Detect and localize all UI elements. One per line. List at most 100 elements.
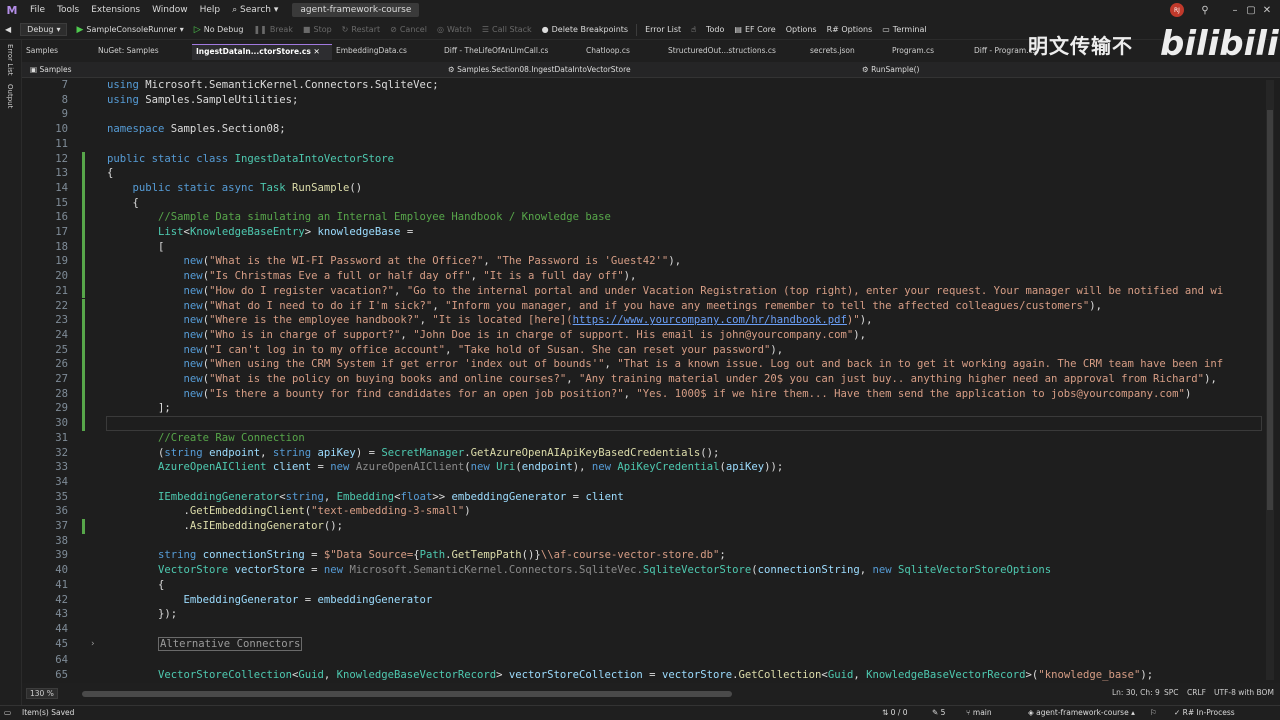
git-repo[interactable]: ◈ agent-framework-course ▴	[1028, 708, 1135, 717]
code-line[interactable]: 64	[22, 653, 1280, 668]
tab-samples[interactable]: Samples	[22, 44, 94, 60]
code-text[interactable]: //Create Raw Connection	[107, 431, 305, 446]
code-line[interactable]: 23 new("Where is the employee handbook?"…	[22, 313, 1280, 328]
code-line[interactable]: 25 new("I can't log in to my office acco…	[22, 342, 1280, 358]
code-text[interactable]: new("I can't log in to my office account…	[107, 343, 784, 358]
code-line[interactable]: 16 //Sample Data simulating an Internal …	[22, 210, 1280, 225]
code-text[interactable]: [	[107, 240, 164, 255]
code-editor[interactable]: 7 using Microsoft.SemanticKernel.Connecto…	[22, 78, 1280, 683]
file-encoding[interactable]: UTF-8 with BOM	[1214, 688, 1274, 697]
code-text[interactable]: using Microsoft.SemanticKernel.Connector…	[107, 78, 439, 93]
menu-help[interactable]: Help	[194, 5, 227, 15]
code-text[interactable]: });	[107, 607, 177, 622]
watch-button[interactable]: ◎ Watch	[432, 25, 477, 34]
code-line[interactable]: 31 //Create Raw Connection	[22, 431, 1280, 446]
code-line[interactable]: 27 new("What is the policy on buying boo…	[22, 372, 1280, 387]
code-text[interactable]: public static async Task RunSample()	[107, 181, 363, 196]
tab-structured-output[interactable]: StructuredOut...structions.cs	[664, 44, 806, 60]
restart-button[interactable]: ↻ Restart	[337, 25, 385, 34]
menu-extensions[interactable]: Extensions	[85, 5, 146, 15]
tab-nuget-samples[interactable]: NuGet: Samples	[94, 44, 192, 60]
code-text[interactable]: IEmbeddingGenerator<string, Embedding<fl…	[107, 490, 624, 505]
code-line[interactable]: 37 .AsIEmbeddingGenerator();	[22, 519, 1280, 534]
code-line[interactable]: 22 new("What do I need to do if I'm sick…	[22, 298, 1280, 314]
whitespace-mode[interactable]: SPC	[1164, 688, 1179, 697]
code-line[interactable]: 36 .GetEmbeddingClient("text-embedding-3…	[22, 504, 1280, 519]
code-line[interactable]: 39 string connectionString = $"Data Sour…	[22, 548, 1280, 563]
notifications-icon[interactable]: ⚲	[1190, 0, 1220, 20]
code-line[interactable]: 38	[22, 534, 1280, 549]
run-button[interactable]: ▶ SampleConsoleRunner ▾	[71, 25, 188, 35]
delete-breakpoints-button[interactable]: ● Delete Breakpoints	[537, 25, 633, 34]
code-text[interactable]: AzureOpenAIClient client = new AzureOpen…	[107, 460, 783, 475]
code-line[interactable]: 32 (string endpoint, string apiKey) = Se…	[22, 446, 1280, 461]
menu-file[interactable]: File	[24, 5, 51, 15]
rsharp-options-button[interactable]: R# Options	[822, 25, 878, 34]
code-line[interactable]: 7 using Microsoft.SemanticKernel.Connecto…	[22, 78, 1280, 93]
code-line[interactable]: 34	[22, 475, 1280, 490]
tab-diff-llm-call[interactable]: Diff - TheLifeOfAnLlmCall.cs	[440, 44, 582, 60]
horizontal-scrollbar[interactable]	[82, 691, 732, 697]
tab-ingest-data[interactable]: IngestDataIn...ctorStore.cs ✕	[192, 44, 332, 60]
cancel-button[interactable]: ⊘ Cancel	[385, 25, 432, 34]
code-line[interactable]: 21 new("How do I register vacation?", "G…	[22, 283, 1280, 299]
code-line[interactable]: 45 › Alternative Connectors	[22, 636, 1280, 652]
tab-embedding-data[interactable]: EmbeddingData.cs	[332, 44, 440, 60]
code-line[interactable]: 44	[22, 622, 1280, 637]
ef-core-button[interactable]: ▤ EF Core	[729, 25, 780, 34]
code-line[interactable]: 10 namespace Samples.Section08;	[22, 122, 1280, 137]
thumbs-up-icon[interactable]: ☝	[686, 25, 701, 34]
code-text[interactable]: new("Who is in charge of support?", "Joh…	[107, 328, 867, 343]
code-text[interactable]: ];	[107, 401, 171, 416]
code-text[interactable]: {	[107, 196, 139, 211]
code-text[interactable]: EmbeddingGenerator = embeddingGenerator	[107, 593, 433, 608]
error-list-side-tab[interactable]: Error List	[6, 44, 14, 76]
code-text[interactable]: public static class IngestDataIntoVector…	[107, 152, 394, 167]
code-text[interactable]: new("How do I register vacation?", "Go t…	[107, 284, 1224, 299]
rsharp-status[interactable]: ✓ R# In-Process	[1174, 708, 1235, 717]
code-text[interactable]: new("Is there a bounty for find candidat…	[107, 387, 1192, 402]
code-text[interactable]: List<KnowledgeBaseEntry> knowledgeBase =	[107, 225, 413, 240]
config-select[interactable]: Debug ▾	[20, 23, 68, 36]
menu-window[interactable]: Window	[146, 5, 194, 15]
error-list-button[interactable]: Error List	[640, 25, 686, 34]
stop-button[interactable]: ■ Stop	[298, 25, 337, 34]
menu-tools[interactable]: Tools	[51, 5, 85, 15]
code-text[interactable]: //Sample Data simulating an Internal Emp…	[107, 210, 611, 225]
code-text[interactable]: VectorStore vectorStore = new Microsoft.…	[107, 563, 1051, 578]
code-line[interactable]: 20 new("Is Christmas Eve a full or half …	[22, 269, 1280, 284]
code-text[interactable]: new("Is Christmas Eve a full or half day…	[107, 269, 637, 284]
todo-button[interactable]: Todo	[701, 25, 729, 34]
code-line[interactable]: 15 {	[22, 195, 1280, 211]
code-text[interactable]: Alternative Connectors	[107, 636, 303, 652]
code-line[interactable]: 30	[22, 416, 1280, 431]
break-button[interactable]: ❚❚ Break	[248, 25, 297, 34]
code-text[interactable]: new("Where is the employee handbook?", "…	[107, 313, 873, 328]
code-text[interactable]: .GetEmbeddingClient("text-embedding-3-sm…	[107, 504, 471, 519]
code-line[interactable]: 8 using Samples.SampleUtilities;	[22, 93, 1280, 108]
vertical-scrollbar[interactable]	[1266, 80, 1274, 680]
code-line[interactable]: 17 List<KnowledgeBaseEntry> knowledgeBas…	[22, 225, 1280, 240]
visual-studio-logo[interactable]: M	[0, 0, 24, 20]
code-text[interactable]: string connectionString = $"Data Source=…	[107, 548, 726, 563]
code-line[interactable]: 28 new("Is there a bounty for find candi…	[22, 386, 1280, 402]
code-text[interactable]: namespace Samples.Section08;	[107, 122, 286, 137]
code-text[interactable]: new("What do I need to do if I'm sick?",…	[107, 299, 1102, 314]
options-button[interactable]: Options	[781, 25, 822, 34]
type-dropdown[interactable]: ⚙ Samples.Section08.IngestDataIntoVector…	[448, 65, 631, 74]
code-line[interactable]: 35 IEmbeddingGenerator<string, Embedding…	[22, 490, 1280, 505]
back-icon[interactable]: ◀	[0, 25, 16, 34]
code-line[interactable]: 42 EmbeddingGenerator = embeddingGenerat…	[22, 593, 1280, 608]
scrollbar-thumb[interactable]	[1267, 110, 1273, 510]
code-line[interactable]: 26 new("When using the CRM System if get…	[22, 357, 1280, 372]
code-line[interactable]: 43 });	[22, 607, 1280, 622]
tab-chatloop[interactable]: Chatloop.cs	[582, 44, 664, 60]
no-debug-button[interactable]: ▷ No Debug	[189, 25, 249, 35]
tab-secrets[interactable]: secrets.json	[806, 44, 888, 60]
code-text[interactable]: VectorStoreCollection<Guid, KnowledgeBas…	[107, 668, 1153, 683]
code-line[interactable]: 41 {	[22, 578, 1280, 593]
code-text[interactable]: .AsIEmbeddingGenerator();	[107, 519, 343, 534]
git-changes[interactable]: ⇅ 0 / 0	[882, 708, 908, 717]
close-icon[interactable]: ✕	[1252, 0, 1280, 20]
call-stack-button[interactable]: ☰ Call Stack	[477, 25, 537, 34]
